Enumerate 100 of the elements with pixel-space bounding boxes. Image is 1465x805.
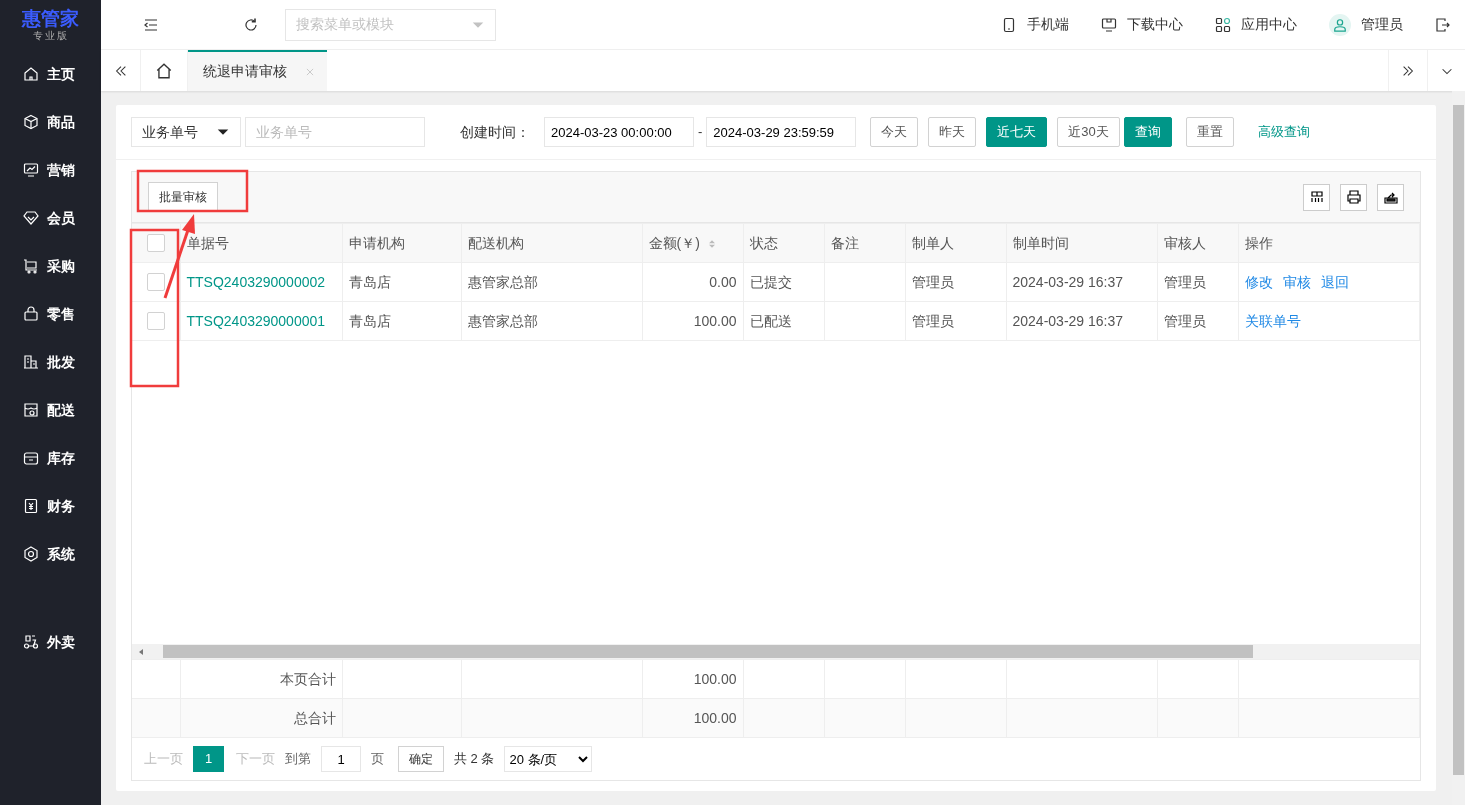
table-cell: 惠管家总部	[461, 301, 642, 341]
input-field[interactable]: 业务单号	[245, 117, 425, 147]
date-field[interactable]: 2024-03-29 23:59:59	[706, 117, 857, 147]
table-cell: 已提交	[743, 262, 824, 302]
column-header: 备注	[824, 223, 905, 263]
column-header: 单据号	[180, 223, 342, 263]
summary-amount: 100.00	[642, 659, 743, 699]
column-header: 配送机构	[461, 223, 642, 263]
scroll-left-icon[interactable]	[113, 63, 128, 78]
page-number[interactable]: 1	[193, 746, 224, 772]
sidebar-item[interactable]: 主页	[0, 50, 101, 98]
batch-review-button[interactable]: 批量审核	[148, 182, 218, 212]
total-count: 共 2 条	[454, 750, 495, 769]
column-header: 金额(￥)	[642, 223, 743, 263]
cube-icon	[23, 114, 39, 130]
summary-label: 总合计	[180, 698, 342, 738]
reset-button[interactable]: 重置	[1185, 117, 1234, 147]
sidebar-item[interactable]: 会员	[0, 194, 101, 242]
action-link[interactable]: 修改	[1244, 273, 1273, 290]
chart-monitor-icon	[23, 162, 39, 178]
action-link[interactable]: 退回	[1320, 273, 1349, 290]
sidebar-item[interactable]: 零售	[0, 290, 101, 338]
quick-range-button[interactable]: 近七天	[986, 117, 1048, 147]
goto-label: 到第	[285, 750, 311, 769]
advanced-search-link[interactable]: 高级查询	[1257, 122, 1310, 142]
sidebar-item[interactable]: 采购	[0, 242, 101, 290]
building-icon	[23, 354, 39, 370]
table-cell: 管理员	[1157, 262, 1238, 302]
date-label: 创建时间：	[460, 122, 530, 142]
toolbar-link[interactable]: 应用中心	[1215, 14, 1297, 35]
apps-grid-icon	[1215, 16, 1231, 33]
monitor-icon	[1101, 16, 1117, 33]
summary-amount: 100.00	[642, 698, 743, 738]
diamond-icon	[23, 210, 39, 226]
table-cell: 0.00	[642, 262, 743, 302]
page-size-select[interactable]: 20 条/页	[504, 746, 593, 772]
home-icon	[23, 66, 39, 82]
brand-logo: 惠管家	[22, 8, 79, 30]
sidebar-item[interactable]: 库存	[0, 434, 101, 482]
page-input[interactable]: 1	[321, 746, 361, 772]
table-cell: 青岛店	[342, 262, 461, 302]
page-tab[interactable]: 统退申请审核	[188, 50, 327, 91]
table-cell: 青岛店	[342, 301, 461, 341]
confirm-button[interactable]: 确定	[398, 746, 444, 772]
user-menu[interactable]: 管理员	[1329, 13, 1403, 36]
yen-note-icon	[23, 498, 39, 514]
archive-box-icon	[23, 450, 39, 466]
table-cell: 已配送	[743, 301, 824, 341]
quick-range-button[interactable]: 今天	[870, 117, 919, 147]
quick-range-button[interactable]: 昨天	[928, 117, 977, 147]
home-icon[interactable]	[155, 61, 173, 80]
quick-range-button[interactable]: 近30天	[1057, 117, 1120, 147]
menu-icon[interactable]	[143, 16, 159, 33]
date-field[interactable]: 2024-03-23 00:00:00	[544, 117, 694, 147]
horizontal-scrollbar[interactable]	[132, 644, 1420, 659]
table-cell: 2024-03-29 16:37	[1006, 262, 1157, 302]
refresh-icon[interactable]	[243, 16, 259, 33]
page-unit-label: 页	[371, 750, 384, 769]
sidebar-item[interactable]: 外卖	[0, 618, 101, 666]
column-header: 操作	[1238, 223, 1419, 263]
table-cell: 100.00	[642, 301, 743, 341]
scroll-right-icon[interactable]	[1401, 63, 1415, 78]
gear-icon	[23, 546, 39, 562]
checkbox[interactable]	[146, 273, 165, 291]
table-cell: 管理员	[905, 262, 1006, 302]
table-cell: 管理员	[905, 301, 1006, 341]
column-header: 审核人	[1157, 223, 1238, 263]
logout-icon[interactable]	[1435, 16, 1451, 33]
column-header: 状态	[743, 223, 824, 263]
brand-edition: 专业版	[32, 30, 69, 42]
scooter-icon	[23, 634, 39, 650]
sidebar-item[interactable]: 营销	[0, 146, 101, 194]
date-separator: -	[698, 123, 703, 142]
summary-label: 本页合计	[180, 659, 342, 699]
table-cell: 管理员	[1157, 301, 1238, 341]
shopping-bag-icon	[23, 306, 39, 322]
sidebar-item[interactable]: 商品	[0, 98, 101, 146]
phone-icon	[1001, 16, 1017, 33]
action-link[interactable]: 关联单号	[1244, 312, 1301, 329]
table-cell: 惠管家总部	[461, 262, 642, 302]
store-icon	[23, 402, 39, 418]
field-select[interactable]: 业务单号	[131, 117, 241, 147]
toolbar-link[interactable]: 手机端	[1001, 14, 1069, 35]
sidebar-item[interactable]: 系统	[0, 530, 101, 578]
print-icon[interactable]	[1345, 189, 1362, 205]
query-button[interactable]: 查询	[1123, 117, 1172, 147]
column-header: 制单时间	[1006, 223, 1157, 263]
checkbox[interactable]	[146, 312, 165, 330]
avatar-icon	[1329, 13, 1351, 36]
checkbox[interactable]	[146, 234, 165, 252]
table-cell: 2024-03-29 16:37	[1006, 301, 1157, 341]
column-header: 申请机构	[342, 223, 461, 263]
action-link[interactable]: 审核	[1282, 273, 1311, 290]
cart-icon	[23, 258, 39, 274]
sidebar-item[interactable]: 配送	[0, 386, 101, 434]
sidebar-item[interactable]: 财务	[0, 482, 101, 530]
column-header: 制单人	[905, 223, 1006, 263]
toolbar-link[interactable]: 下载中心	[1101, 14, 1183, 35]
columns-icon[interactable]	[1308, 189, 1325, 205]
sidebar-item[interactable]: 批发	[0, 338, 101, 386]
